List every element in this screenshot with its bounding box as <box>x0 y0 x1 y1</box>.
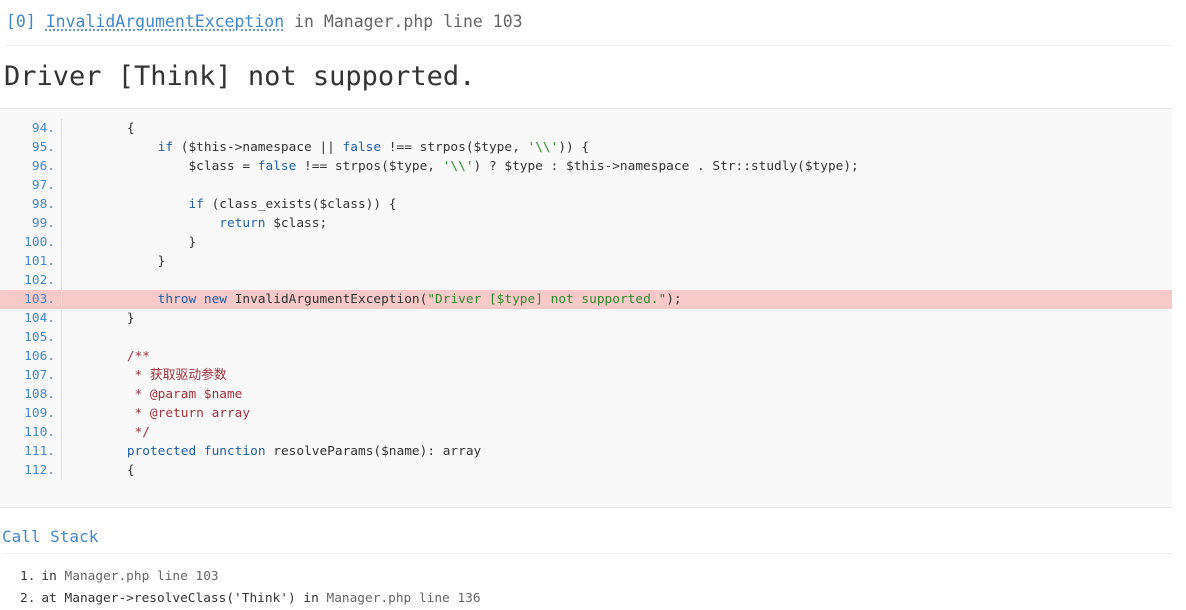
code-text: { <box>96 121 135 136</box>
code-text: if (class_exists($class)) { <box>188 197 397 212</box>
exception-header: [0] InvalidArgumentException in Manager.… <box>6 8 1172 46</box>
code-line: 108. * @param $name <box>0 385 1172 404</box>
line-number: 94. <box>0 119 62 138</box>
code-line: 109. * @return array <box>0 404 1172 423</box>
code-line: 94. { <box>0 119 1172 138</box>
code-line: 112. { <box>0 461 1172 480</box>
code-text: throw new InvalidArgumentException("Driv… <box>62 290 1172 309</box>
call-stack-item: 1. in Manager.php line 103 <box>20 566 1170 588</box>
code-text: return $class; <box>219 216 328 231</box>
code-text: } <box>96 311 135 326</box>
line-number: 109. <box>0 404 62 423</box>
code-text: } <box>96 235 197 250</box>
call-stack-prefix: in <box>41 569 57 584</box>
exception-message: Driver [Think] not supported. <box>4 61 476 92</box>
exception-index: [0] <box>6 12 36 31</box>
header-in-word: in <box>294 12 314 31</box>
line-number: 99. <box>0 214 62 233</box>
line-number: 96. <box>0 157 62 176</box>
code-line: 105. <box>0 328 1172 347</box>
code-text: * @return array <box>96 406 251 421</box>
line-number: 104. <box>0 309 62 328</box>
code-text: if ($this->namespace || false !== strpos… <box>157 140 590 155</box>
call-stack-title: Call Stack <box>2 524 1172 554</box>
code-text: { <box>96 463 135 478</box>
code-text: $class = false !== strpos($type, '\\') ?… <box>96 159 859 174</box>
code-line: 101. } <box>0 252 1172 271</box>
line-number: 101. <box>0 252 62 271</box>
code-line: 102. <box>0 271 1172 290</box>
code-text: } <box>96 254 166 269</box>
code-text: protected function resolveParams($name):… <box>126 444 482 459</box>
exception-file-line: Manager.php line 103 <box>323 12 523 31</box>
code-line: 100. } <box>0 233 1172 252</box>
line-number: 105. <box>0 328 62 347</box>
call-stack-index: 1. <box>20 569 36 584</box>
code-line: 106. /** <box>0 347 1172 366</box>
line-number: 98. <box>0 195 62 214</box>
code-line: 97. <box>0 176 1172 195</box>
line-number: 107. <box>0 366 62 385</box>
line-number: 100. <box>0 233 62 252</box>
line-number: 106. <box>0 347 62 366</box>
call-stack-item: 2. at Manager->resolveClass('Think') in M… <box>20 588 1170 610</box>
code-text: * 获取驱动参数 <box>96 368 227 383</box>
call-stack-list: 1. in Manager.php line 103 2. at Manager->r… <box>20 566 1170 610</box>
line-number: 111. <box>0 442 62 461</box>
code-text: */ <box>96 425 150 440</box>
line-number: 108. <box>0 385 62 404</box>
source-code-block: 94. {95. if ($this->namespace || false !… <box>0 108 1172 508</box>
line-number: 110. <box>0 423 62 442</box>
line-number: 97. <box>0 176 62 195</box>
code-line: 111. protected function resolveParams($n… <box>0 442 1172 461</box>
call-stack-file: Manager.php line 103 <box>56 569 219 584</box>
code-line-error: 103. throw new InvalidArgumentException(… <box>0 290 1172 309</box>
code-text: * @param $name <box>96 387 243 402</box>
code-line: 96. $class = false !== strpos($type, '\\… <box>0 157 1172 176</box>
exception-class-link[interactable]: InvalidArgumentException <box>46 12 284 31</box>
line-number: 112. <box>0 461 62 480</box>
line-number: 103. <box>0 290 62 309</box>
code-line: 104. } <box>0 309 1172 328</box>
code-lines: 94. {95. if ($this->namespace || false !… <box>0 119 1172 480</box>
line-number: 95. <box>0 138 62 157</box>
code-line: 95. if ($this->namespace || false !== st… <box>0 138 1172 157</box>
code-line: 99. return $class; <box>0 214 1172 233</box>
code-line: 98. if (class_exists($class)) { <box>0 195 1172 214</box>
code-line: 107. * 获取驱动参数 <box>0 366 1172 385</box>
code-text: /** <box>96 349 150 364</box>
code-line: 110. */ <box>0 423 1172 442</box>
line-number: 102. <box>0 271 62 290</box>
